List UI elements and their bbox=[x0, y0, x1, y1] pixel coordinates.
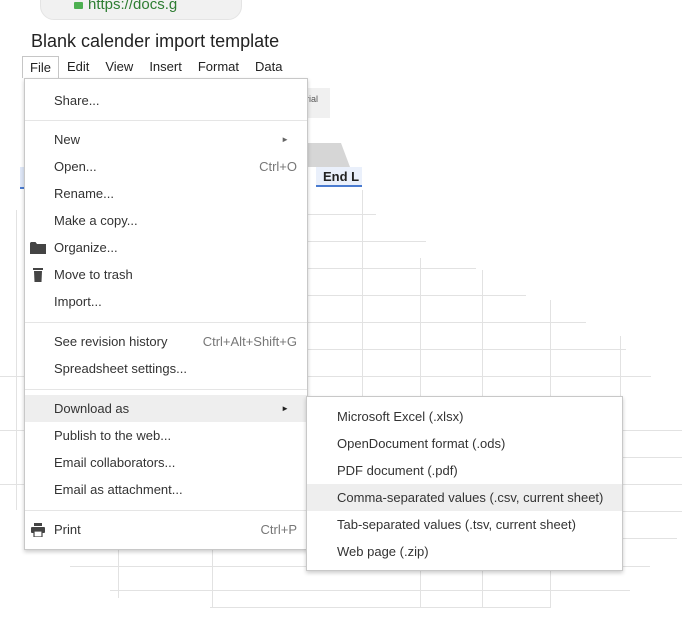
menu-file[interactable]: File bbox=[22, 56, 59, 78]
column-header-end[interactable]: End L bbox=[316, 167, 362, 187]
grid-line bbox=[550, 300, 551, 396]
menu-item-label: Rename... bbox=[54, 186, 114, 201]
trash-icon bbox=[33, 268, 43, 282]
grid-line bbox=[306, 241, 426, 242]
download-zip[interactable]: Web page (.zip) bbox=[307, 538, 622, 565]
shortcut-label: Ctrl+O bbox=[259, 159, 297, 174]
menu-item-label: Move to trash bbox=[54, 267, 133, 282]
menu-item-import[interactable]: Import... bbox=[25, 288, 307, 315]
menu-item-label: New bbox=[54, 132, 81, 147]
menu-item-download-as[interactable]: Download as ► bbox=[25, 395, 307, 422]
grid-line bbox=[420, 258, 421, 396]
menu-insert[interactable]: Insert bbox=[141, 56, 190, 78]
grid-line bbox=[0, 376, 24, 377]
grid-line bbox=[622, 430, 682, 431]
grid-line bbox=[622, 484, 682, 485]
menu-separator bbox=[25, 322, 307, 323]
grid-line bbox=[118, 548, 119, 598]
download-xlsx[interactable]: Microsoft Excel (.xlsx) bbox=[307, 403, 622, 430]
grid-line bbox=[306, 295, 526, 296]
grid-line bbox=[306, 214, 376, 215]
grid-line bbox=[482, 270, 483, 396]
grid-line bbox=[0, 484, 24, 485]
folder-icon bbox=[30, 242, 46, 254]
menu-edit[interactable]: Edit bbox=[59, 56, 97, 78]
menu-item-organize[interactable]: Organize... bbox=[25, 234, 307, 261]
shortcut-label: Ctrl+P bbox=[260, 522, 297, 537]
shortcut-label: Ctrl+Alt+Shift+G bbox=[202, 334, 297, 349]
submenu-item-label: PDF document (.pdf) bbox=[337, 463, 458, 478]
grid-line bbox=[210, 607, 550, 608]
menu-format[interactable]: Format bbox=[190, 56, 247, 78]
menu-item-make-copy[interactable]: Make a copy... bbox=[25, 207, 307, 234]
grid-line bbox=[550, 570, 551, 608]
menu-data[interactable]: Data bbox=[247, 56, 290, 78]
menu-separator bbox=[25, 389, 307, 390]
menu-item-label: Download as bbox=[54, 401, 130, 416]
grid-line bbox=[622, 457, 682, 458]
triangle-right-icon: ► bbox=[281, 404, 289, 413]
submenu-item-label: OpenDocument format (.ods) bbox=[337, 436, 506, 451]
grid-line bbox=[212, 548, 213, 608]
download-tsv[interactable]: Tab-separated values (.tsv, current shee… bbox=[307, 511, 622, 538]
grid-line bbox=[110, 590, 630, 591]
menu-separator bbox=[25, 510, 307, 511]
grid-line bbox=[622, 538, 677, 539]
menu-item-publish[interactable]: Publish to the web... bbox=[25, 422, 307, 449]
menu-item-revision-history[interactable]: See revision history Ctrl+Alt+Shift+G bbox=[25, 328, 307, 355]
menu-item-label: Email as attachment... bbox=[54, 482, 183, 497]
printer-icon bbox=[31, 523, 45, 537]
menu-item-label: Publish to the web... bbox=[54, 428, 172, 443]
menu-item-email-attachment[interactable]: Email as attachment... bbox=[25, 476, 307, 503]
menu-item-label: Organize... bbox=[54, 240, 118, 255]
grid-line bbox=[622, 511, 682, 512]
grid-line bbox=[362, 190, 363, 396]
submenu-item-label: Comma-separated values (.csv, current sh… bbox=[337, 490, 604, 505]
file-menu: Share... New ► Open... Ctrl+O Rename... … bbox=[24, 78, 308, 550]
menu-separator bbox=[25, 120, 307, 121]
menu-item-print[interactable]: Print Ctrl+P bbox=[25, 516, 307, 543]
url-text: https://docs.g bbox=[88, 0, 178, 13]
menu-item-rename[interactable]: Rename... bbox=[25, 180, 307, 207]
download-ods[interactable]: OpenDocument format (.ods) bbox=[307, 430, 622, 457]
download-pdf[interactable]: PDF document (.pdf) bbox=[307, 457, 622, 484]
menu-item-move-to-trash[interactable]: Move to trash bbox=[25, 261, 307, 288]
grid-line bbox=[306, 349, 626, 350]
menu-item-open[interactable]: Open... Ctrl+O bbox=[25, 153, 307, 180]
menu-item-share[interactable]: Share... bbox=[25, 87, 307, 114]
grid-line bbox=[306, 322, 586, 323]
grid-line bbox=[16, 210, 17, 510]
menu-bar: File Edit View Insert Format Data bbox=[22, 56, 290, 78]
menu-item-label: See revision history bbox=[54, 334, 168, 349]
menu-view[interactable]: View bbox=[97, 56, 141, 78]
menu-item-label: Open... bbox=[54, 159, 97, 174]
grid-line bbox=[306, 376, 651, 377]
grid-line bbox=[620, 336, 621, 396]
menu-item-label: Import... bbox=[54, 294, 102, 309]
submenu-item-label: Tab-separated values (.tsv, current shee… bbox=[337, 517, 576, 532]
submenu-item-label: Microsoft Excel (.xlsx) bbox=[337, 409, 464, 424]
menu-item-email-collaborators[interactable]: Email collaborators... bbox=[25, 449, 307, 476]
triangle-right-icon: ► bbox=[281, 135, 289, 144]
document-title[interactable]: Blank calender import template bbox=[31, 31, 279, 52]
grid-line bbox=[482, 570, 483, 608]
menu-item-label: Make a copy... bbox=[54, 213, 138, 228]
grid-line bbox=[0, 430, 24, 431]
grid-line bbox=[306, 268, 476, 269]
menu-item-label: Print bbox=[54, 522, 81, 537]
menu-item-label: Share... bbox=[54, 93, 100, 108]
menu-item-spreadsheet-settings[interactable]: Spreadsheet settings... bbox=[25, 355, 307, 382]
grid-line bbox=[420, 570, 421, 608]
menu-item-new[interactable]: New ► bbox=[25, 126, 307, 153]
lock-icon bbox=[74, 2, 83, 9]
menu-item-label: Spreadsheet settings... bbox=[54, 361, 187, 376]
submenu-item-label: Web page (.zip) bbox=[337, 544, 429, 559]
download-csv[interactable]: Comma-separated values (.csv, current sh… bbox=[307, 484, 622, 511]
download-as-submenu: Microsoft Excel (.xlsx) OpenDocument for… bbox=[306, 396, 623, 571]
menu-item-label: Email collaborators... bbox=[54, 455, 176, 470]
